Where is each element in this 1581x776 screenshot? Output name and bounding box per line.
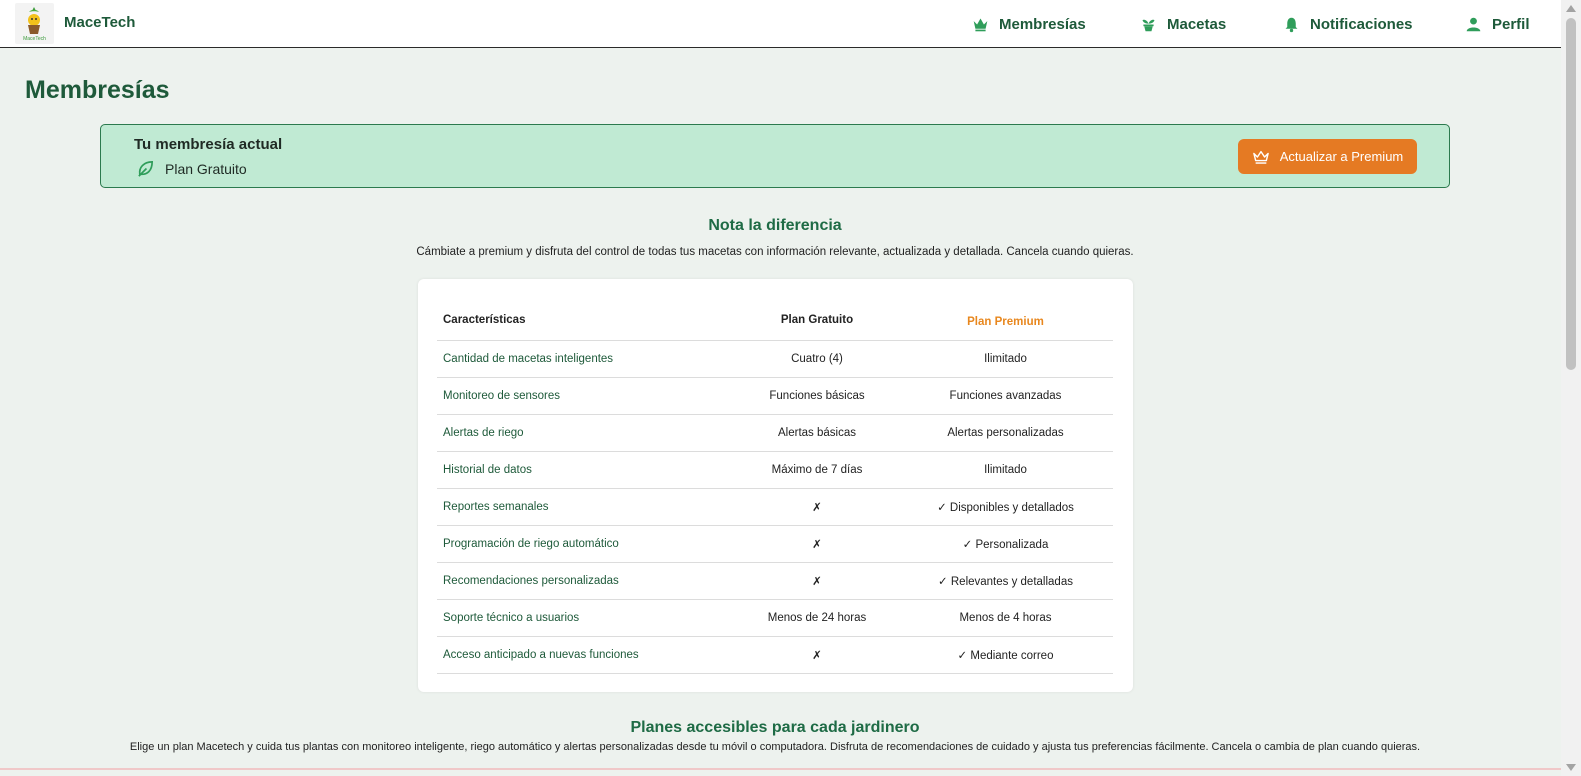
free-value: ✗: [812, 502, 822, 514]
premium-value: ✓ Relevantes y detalladas: [938, 576, 1073, 588]
current-plan: Plan Gratuito: [136, 159, 247, 178]
nav-perfil-label: Perfil: [1492, 15, 1530, 33]
feature-name: Alertas de riego: [443, 427, 524, 439]
top-navbar: MaceTech MaceTech Membresías Macetas Not…: [0, 0, 1561, 48]
nav-macetas[interactable]: Macetas: [1140, 14, 1226, 34]
feature-name: Cantidad de macetas inteligentes: [443, 353, 614, 365]
page-title: Membresías: [25, 76, 170, 104]
scroll-down-arrow-icon[interactable]: [1566, 764, 1576, 771]
feature-name: Acceso anticipado a nuevas funciones: [443, 649, 639, 661]
premium-value: Ilimitado: [984, 353, 1027, 365]
table-row: Recomendaciones personalizadas ✗ ✓ Relev…: [437, 563, 1113, 600]
feature-name: Programación de riego automático: [443, 538, 619, 550]
free-value: ✗: [812, 539, 822, 551]
plans-title: Planes accesibles para cada jardinero: [630, 719, 920, 736]
table-row: Historial de datos Máximo de 7 días Ilim…: [437, 452, 1113, 489]
table-row: Alertas de riego Alertas básicas Alertas…: [437, 415, 1113, 452]
nav-macetas-label: Macetas: [1167, 15, 1227, 33]
current-plan-label: Plan Gratuito: [165, 160, 247, 177]
feature-name: Monitoreo de sensores: [443, 390, 560, 402]
table-row: Reportes semanales ✗ ✓ Disponibles y det…: [437, 489, 1113, 526]
comparison-card: Características Plan Gratuito Plan Premi…: [418, 279, 1133, 692]
nav-notificaciones[interactable]: Notificaciones: [1283, 14, 1413, 34]
page-scrollbar[interactable]: [1561, 0, 1581, 776]
table-header-row: Características Plan Gratuito Plan Premi…: [437, 299, 1113, 341]
table-row: Cantidad de macetas inteligentes Cuatro …: [437, 341, 1113, 378]
brand-name[interactable]: MaceTech: [64, 14, 135, 31]
premium-value: ✓ Personalizada: [962, 539, 1049, 551]
feature-name: Soporte técnico a usuarios: [443, 612, 580, 624]
nav-membresias-label: Membresías: [999, 15, 1086, 33]
feature-name: Recomendaciones personalizadas: [443, 575, 619, 587]
table-row: Soporte técnico a usuarios Menos de 24 h…: [437, 600, 1113, 637]
nav-notificaciones-label: Notificaciones: [1310, 15, 1413, 33]
bell-icon: [1285, 17, 1298, 32]
feature-name: Historial de datos: [443, 464, 532, 476]
difference-title: Nota la diferencia: [708, 217, 842, 234]
difference-subtitle: Cámbiate a premium y disfruta del contro…: [416, 246, 1134, 258]
free-value: Cuatro (4): [791, 353, 843, 365]
free-value: ✗: [812, 650, 822, 662]
user-icon: [1466, 17, 1481, 31]
crown-icon: [1252, 150, 1269, 164]
plans-subtitle: Elige un plan Macetech y cuida tus plant…: [129, 741, 1421, 753]
page: MaceTech MaceTech Membresías Macetas Not…: [0, 0, 1581, 776]
table-row: Programación de riego automático ✗ ✓ Per…: [437, 526, 1113, 563]
feature-name: Reportes semanales: [443, 501, 549, 513]
free-value: Alertas básicas: [778, 427, 856, 439]
premium-value: Funciones avanzadas: [949, 390, 1062, 402]
premium-value: Menos de 4 horas: [959, 612, 1052, 624]
upgrade-premium-label: Actualizar a Premium: [1279, 149, 1404, 164]
logo-wordmark: MaceTech: [23, 36, 46, 42]
macetech-logo[interactable]: MaceTech: [15, 3, 54, 44]
current-membership-title: Tu membresía actual: [134, 136, 283, 153]
nav-perfil[interactable]: Perfil: [1465, 14, 1530, 34]
premium-value: ✓ Disponibles y detallados: [937, 502, 1074, 514]
free-value: Menos de 24 horas: [767, 612, 867, 624]
header-features: Características: [443, 313, 526, 326]
upgrade-premium-button[interactable]: Actualizar a Premium: [1238, 139, 1417, 174]
scrollbar-thumb[interactable]: [1566, 18, 1576, 370]
free-value: Funciones básicas: [769, 390, 865, 402]
nav-membresias[interactable]: Membresías: [972, 14, 1086, 34]
leaf-icon: [138, 160, 154, 177]
comparison-table: Características Plan Gratuito Plan Premi…: [437, 299, 1113, 674]
premium-value: ✓ Mediante correo: [957, 650, 1054, 662]
premium-value: Ilimitado: [984, 464, 1027, 476]
header-premium-plan: Plan Premium: [967, 316, 1044, 328]
table-row: Acceso anticipado a nuevas funciones ✗ ✓…: [437, 637, 1113, 674]
premium-value: Alertas personalizadas: [947, 427, 1064, 439]
current-membership-banner: Tu membresía actual Plan Gratuito Actual…: [100, 124, 1450, 188]
bottom-divider: [0, 768, 1561, 770]
crown-icon: [973, 18, 988, 31]
table-row: Monitoreo de sensores Funciones básicas …: [437, 378, 1113, 415]
free-value: Máximo de 7 días: [771, 464, 863, 476]
header-free-plan: Plan Gratuito: [780, 313, 854, 326]
plant-pot-icon: [1142, 19, 1155, 31]
free-value: ✗: [812, 576, 822, 588]
scroll-up-arrow-icon[interactable]: [1566, 5, 1576, 12]
